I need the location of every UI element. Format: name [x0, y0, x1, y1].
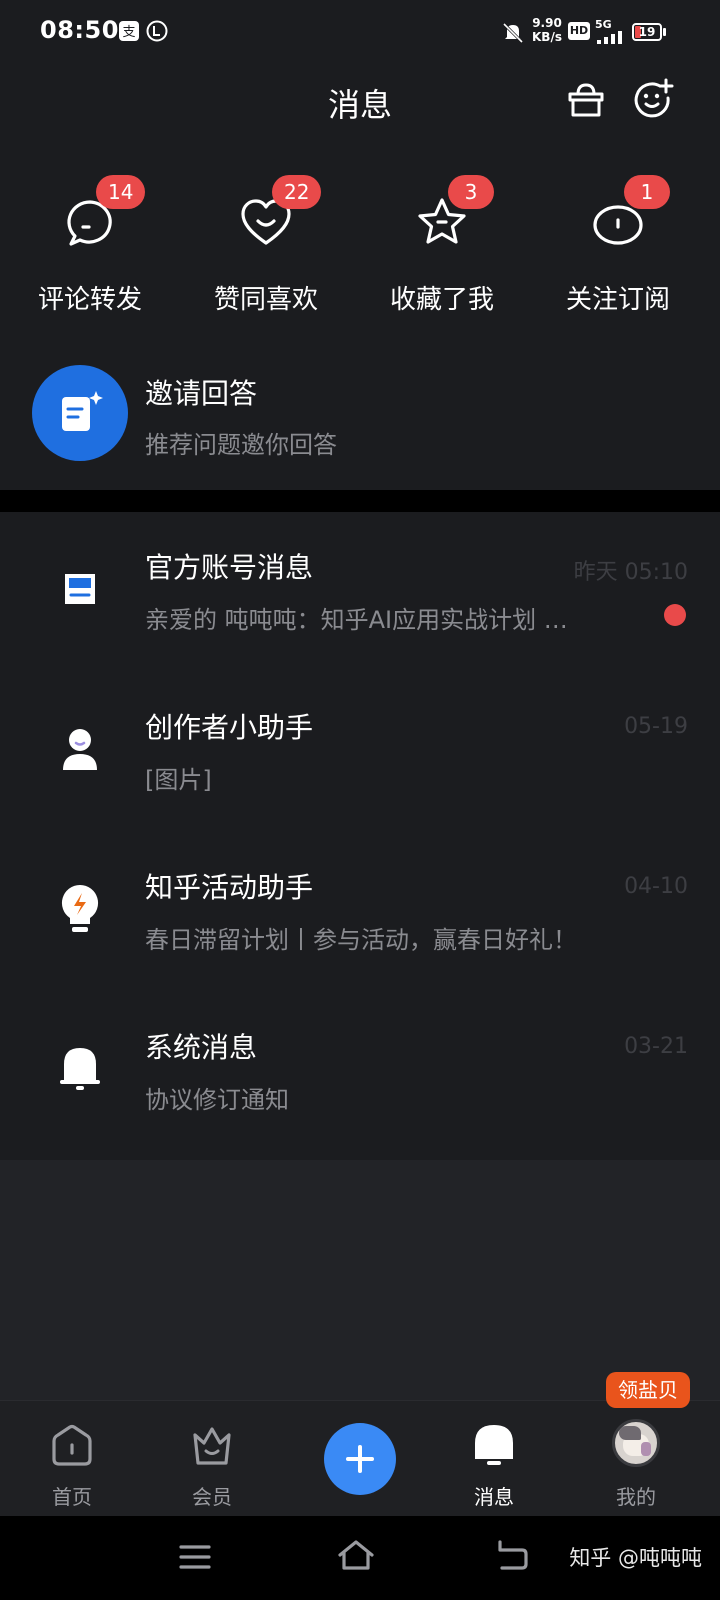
bell-icon [60, 1048, 100, 1090]
message-time: 03-21 [624, 1034, 688, 1059]
follows-badge: 1 [624, 175, 670, 209]
status-bar: 08:50 支 9.90 KB/s HD 5G 19 [0, 0, 720, 66]
hd-indicator: HD [568, 22, 590, 40]
message-item-activity[interactable]: 知乎活动助手 04-10 春日滞留计划丨参与活动，赢春日好礼！ [0, 840, 720, 1000]
empty-area [0, 1160, 720, 1400]
activity-avatar [32, 860, 128, 956]
nav-messages[interactable]: 消息 [434, 1415, 554, 1515]
nav-home-label: 首页 [52, 1485, 92, 1509]
message-time: 04-10 [624, 874, 688, 899]
category-label: 评论转发 [37, 285, 142, 315]
official-avatar [32, 540, 128, 636]
category-favorites[interactable]: 3 收藏了我 [352, 175, 532, 315]
app-notification-icon: 支 [119, 21, 139, 41]
likes-badge: 22 [272, 175, 322, 209]
favorites-badge: 3 [448, 175, 494, 209]
message-item-official[interactable]: 官方账号消息 昨天 05:10 亲爱的 吨吨吨：知乎AI应用实战计划 … [0, 520, 720, 680]
unread-dot [664, 604, 686, 626]
section-divider [0, 490, 720, 512]
nav-home[interactable]: 首页 [12, 1415, 132, 1515]
invite-avatar [32, 365, 128, 461]
invite-doc-icon [62, 391, 103, 431]
inbox-icon [65, 574, 95, 604]
app-notification-icon-2 [146, 20, 168, 42]
header: 消息 [0, 66, 720, 152]
message-item-system[interactable]: 系统消息 03-21 协议修订通知 [0, 1000, 720, 1160]
nav-messages-label: 消息 [474, 1485, 514, 1509]
category-comments[interactable]: 14 评论转发 [0, 175, 180, 315]
message-preview: 春日滞留计划丨参与活动，赢春日好礼！ [145, 926, 577, 954]
status-time: 08:50 [40, 16, 119, 44]
invite-title: 邀请回答 [145, 377, 258, 410]
message-preview: [图片] [145, 766, 212, 794]
battery-icon: 19 [632, 23, 662, 41]
bulb-icon [61, 884, 99, 932]
category-follows[interactable]: 1 关注订阅 [528, 175, 708, 315]
invite-answer-row[interactable]: 邀请回答 推荐问题邀你回答 [0, 355, 720, 485]
signal-icon [597, 31, 622, 44]
system-avatar [32, 1020, 128, 1116]
page-title: 消息 [327, 86, 392, 124]
menu-icon[interactable] [178, 1542, 212, 1572]
mute-bell-icon [502, 22, 524, 44]
watermark: 知乎 @吨吨吨 [569, 1546, 702, 1570]
back-icon[interactable] [494, 1538, 530, 1572]
system-nav-bar: 知乎 @吨吨吨 [0, 1516, 720, 1600]
nav-mine[interactable]: 我的 [576, 1415, 696, 1515]
store-button[interactable] [564, 78, 608, 122]
creator-avatar [32, 700, 128, 796]
invite-subtitle: 推荐问题邀你回答 [145, 431, 337, 459]
system-home-icon[interactable] [336, 1538, 376, 1572]
create-button[interactable] [324, 1423, 396, 1495]
message-title: 系统消息 [145, 1031, 258, 1064]
battery-tip [663, 28, 666, 36]
message-preview: 协议修订通知 [145, 1086, 289, 1114]
vip-crown-icon [193, 1427, 231, 1465]
network-speed: 9.90 KB/s [530, 16, 564, 44]
person-icon [63, 729, 97, 770]
nav-vip[interactable]: 会员 [152, 1415, 272, 1515]
home-icon [52, 1424, 92, 1466]
category-likes[interactable]: 22 赞同喜欢 [176, 175, 356, 315]
bottom-nav: 首页 会员 消息 我的 [0, 1400, 720, 1517]
nav-mine-label: 我的 [616, 1485, 656, 1509]
message-time: 昨天 05:10 [573, 560, 688, 585]
category-label: 赞同喜欢 [213, 285, 318, 315]
user-avatar [612, 1419, 660, 1467]
network-speed-value: 9.90 [532, 16, 562, 30]
svg-text:支: 支 [122, 25, 135, 40]
message-title: 创作者小助手 [145, 711, 314, 744]
message-title: 知乎活动助手 [145, 871, 314, 904]
comments-badge: 14 [96, 175, 146, 209]
promo-badge[interactable]: 领盐贝 [606, 1372, 690, 1408]
network-speed-unit: KB/s [532, 30, 562, 44]
plus-icon [346, 1445, 374, 1473]
add-emoji-icon [634, 78, 674, 118]
category-label: 关注订阅 [565, 285, 670, 315]
nav-vip-label: 会员 [192, 1485, 232, 1509]
store-icon [568, 83, 604, 117]
new-chat-button[interactable] [630, 78, 674, 122]
category-label: 收藏了我 [389, 285, 494, 315]
battery-level: 19 [638, 25, 656, 39]
message-preview: 亲爱的 吨吨吨：知乎AI应用实战计划 … [145, 606, 568, 634]
message-item-creator[interactable]: 创作者小助手 05-19 [图片] [0, 680, 720, 840]
messages-bell-icon [475, 1425, 513, 1465]
message-time: 05-19 [624, 714, 688, 739]
message-title: 官方账号消息 [145, 551, 314, 584]
